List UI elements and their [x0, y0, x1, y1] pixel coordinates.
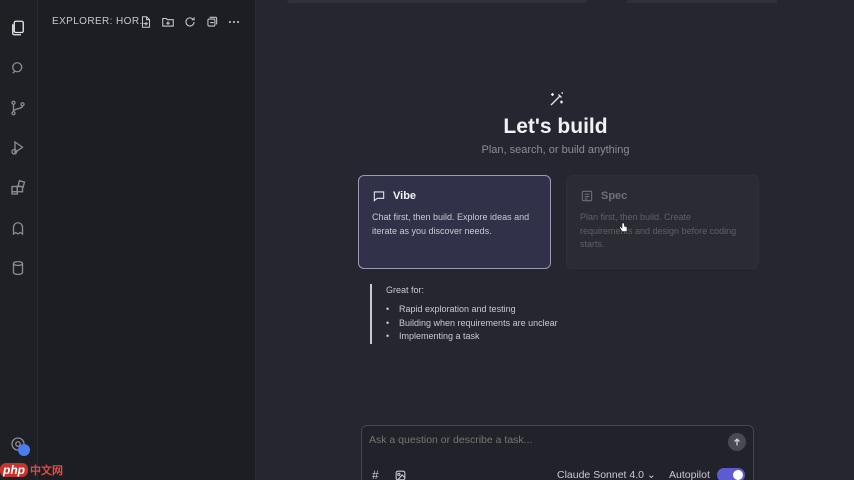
more-options-icon[interactable] — [226, 14, 242, 30]
model-selector[interactable]: Claude Sonnet 4.0 ⌄ — [557, 469, 656, 480]
page-subtitle: Plan, search, or build anything — [481, 144, 630, 156]
page-title: Let's build — [503, 115, 608, 138]
spec-mode-card[interactable]: Spec Plan first, then build. Create requ… — [566, 175, 759, 269]
explorer-icon[interactable] — [7, 17, 29, 39]
list-item: Implementing a task — [386, 330, 558, 344]
extensions-icon[interactable] — [7, 177, 29, 199]
autopilot-label: Autopilot — [669, 469, 710, 480]
main-panel: Let's build Plan, search, or build anyth… — [257, 0, 854, 480]
spec-card-title: Spec — [601, 190, 628, 202]
mouse-cursor-icon — [619, 221, 628, 232]
top-strip-secondary — [627, 0, 777, 3]
document-icon — [581, 190, 593, 202]
ghost-icon[interactable] — [7, 217, 29, 239]
watermark-logo: php — [0, 463, 28, 477]
vibe-card-description: Chat first, then build. Explore ideas an… — [372, 212, 530, 236]
vibe-mode-card[interactable]: Vibe Chat first, then build. Explore ide… — [358, 175, 551, 269]
great-for-label: Great for: — [386, 285, 425, 295]
image-upload-icon[interactable] — [394, 469, 407, 480]
chat-input[interactable] — [369, 434, 709, 446]
chat-toolbar: # Claude Sonnet 4.0 ⌄ Autopilot — [362, 467, 753, 480]
refresh-icon[interactable] — [182, 14, 198, 30]
spec-card-description: Plan first, then build. Create requireme… — [580, 212, 737, 249]
context-button[interactable]: # — [372, 468, 379, 480]
explorer-title: EXPLORER: HOR... — [52, 16, 149, 27]
notification-badge — [18, 444, 30, 456]
database-icon[interactable] — [7, 257, 29, 279]
list-item: Building when requirements are unclear — [386, 317, 558, 331]
explorer-panel: EXPLORER: HOR... — [38, 0, 256, 480]
search-icon[interactable] — [7, 57, 29, 79]
collapse-all-icon[interactable] — [204, 14, 220, 30]
run-debug-icon[interactable] — [7, 137, 29, 159]
vibe-card-title: Vibe — [393, 190, 417, 202]
new-folder-icon[interactable] — [160, 14, 176, 30]
watermark-text: 中文网 — [30, 465, 63, 477]
chat-bubble-icon — [373, 191, 385, 202]
source-control-icon[interactable] — [7, 97, 29, 119]
autopilot-toggle[interactable] — [717, 468, 745, 480]
site-watermark: php 中文网 — [0, 462, 63, 478]
list-item: Rapid exploration and testing — [386, 303, 558, 317]
send-button[interactable] — [728, 433, 746, 451]
great-for-list: Rapid exploration and testing Building w… — [386, 303, 558, 344]
magic-wand-icon — [550, 92, 563, 106]
explorer-toolbar — [138, 14, 242, 30]
new-file-icon[interactable] — [138, 14, 154, 30]
great-for-section: Great for: Rapid exploration and testing… — [370, 284, 558, 344]
top-strip — [287, 0, 587, 3]
arrow-up-icon — [734, 438, 740, 446]
activity-bar — [0, 0, 38, 480]
chat-box: # Claude Sonnet 4.0 ⌄ Autopilot — [361, 425, 754, 480]
